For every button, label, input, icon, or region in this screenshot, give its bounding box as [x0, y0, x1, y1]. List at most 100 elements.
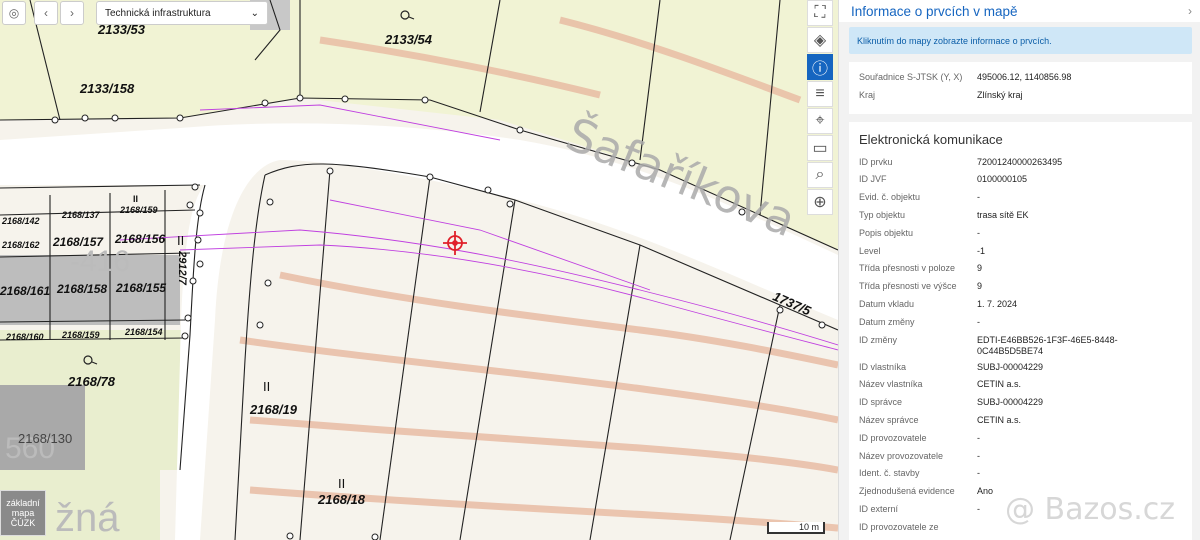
parcel-label: 2133/158 — [80, 81, 135, 96]
layer-select-value: Technická infrastruktura — [105, 7, 211, 19]
attribute-value: EDTI-E46BB526-1F3F-46E5-8448-0C44B5D5BE7… — [977, 334, 1118, 356]
attribute-label: Evid. č. objektu — [859, 192, 921, 203]
attribute-label: Datum změny — [859, 316, 915, 327]
parcel-label: 2168/158 — [57, 282, 108, 296]
row-label: Kraj — [859, 89, 876, 100]
attribute-label: Level — [859, 245, 881, 256]
basemap-switcher[interactable]: základní mapa ČÚZK — [0, 490, 46, 536]
attribute-label: Název správce — [859, 414, 919, 425]
pin-icon[interactable]: ⌖ — [807, 108, 833, 134]
roman-mark: II — [338, 476, 346, 491]
attribute-label: ID změny — [859, 334, 898, 345]
attribute-label: ID vlastníka — [859, 361, 907, 372]
parcel-label: 2168/162 — [2, 240, 40, 250]
attribute-value: 1. 7. 2024 — [977, 298, 1018, 309]
attribute-label: ID JVF — [859, 174, 887, 185]
attribute-row: Název vlastníka CETIN a.s. — [859, 379, 1182, 397]
basemap-label: základní mapa ČÚZK — [6, 498, 40, 528]
map-canvas[interactable]: Šafaříkova -416 560 žná 2133/53 2133/54 … — [0, 0, 838, 540]
row-label: Souřadnice S-JTSK (Y, X) — [859, 72, 963, 82]
locate-icon[interactable]: ◎ — [2, 1, 26, 25]
attribute-value: -1 — [977, 245, 986, 256]
panel-header: Informace o prvcích v mapě › — [839, 0, 1200, 22]
roman-mark: II — [133, 194, 139, 204]
section-title: Elektronická komunikace — [859, 131, 1003, 147]
attribute-value: trasa sítě EK — [977, 209, 1029, 220]
parcel-label: 2168/157 — [53, 235, 104, 249]
attribute-value: - — [977, 468, 980, 479]
parcel-label: 2168/160 — [6, 332, 44, 342]
watermark: @ Bazos.cz — [1005, 492, 1176, 527]
attribute-label: Třída přesnosti ve výšce — [859, 281, 957, 292]
ruler-icon[interactable]: ▭ — [807, 135, 833, 161]
attribute-value: CETIN a.s. — [977, 379, 1022, 390]
info-banner: Kliknutím do mapy zobrazte informace o p… — [849, 27, 1192, 54]
parcel-label: 2168/155 — [116, 281, 167, 295]
attribute-label: Typ objektu — [859, 209, 906, 220]
map-toolbar: ◎ ‹ › Technická infrastruktura ⌄ — [0, 0, 268, 26]
parcel-label: 2168/154 — [125, 327, 163, 337]
attribute-label: Název provozovatele — [859, 450, 944, 461]
attribute-row: Ident. č. stavby - — [859, 468, 1182, 486]
attribute-label: ID prvku — [859, 156, 893, 167]
parcel-label: 2168/137 — [62, 210, 100, 220]
region-row: Kraj Zlínský kraj — [859, 90, 1182, 108]
coords-row: Souřadnice S-JTSK (Y, X) 495006.12, 1140… — [859, 72, 1182, 90]
search-icon[interactable]: ⌕ — [807, 162, 833, 188]
app-root: Šafaříkova -416 560 žná 2133/53 2133/54 … — [0, 0, 1200, 540]
attribute-value: 9 — [977, 281, 983, 292]
ghost-label: žná — [55, 496, 120, 540]
scale-label: 10 m — [798, 522, 819, 532]
info-panel: Informace o prvcích v mapě › Kliknutím d… — [838, 0, 1200, 540]
row-value: Zlínský kraj — [977, 89, 1023, 100]
attribute-value: 0100000105 — [977, 174, 1028, 185]
attribute-row: Level -1 — [859, 246, 1182, 264]
forward-button[interactable]: › — [60, 1, 84, 25]
back-button[interactable]: ‹ — [34, 1, 58, 25]
location-card: Souřadnice S-JTSK (Y, X) 495006.12, 1140… — [849, 62, 1192, 114]
feature-card: Elektronická komunikace ID prvku 72001240… — [849, 121, 1192, 540]
attribute-value: - — [977, 432, 980, 443]
attribute-row: Třída přesnosti ve výšce 9 — [859, 281, 1182, 299]
layer-select[interactable]: Technická infrastruktura ⌄ — [96, 1, 268, 25]
info-icon[interactable]: ⓘ — [807, 54, 833, 80]
fullscreen-icon[interactable]: ⛶ — [807, 0, 833, 26]
crosshair-icon[interactable]: ⊕ — [807, 189, 833, 215]
attribute-row: ID provozovatele - — [859, 433, 1182, 451]
info-banner-text: Kliknutím do mapy zobrazte informace o p… — [857, 35, 1052, 46]
attribute-label: Název vlastníka — [859, 379, 923, 390]
attribute-value: - — [977, 227, 980, 238]
parcel-label: 2168/159 — [62, 330, 100, 340]
parcel-label: 2168/142 — [2, 216, 40, 226]
list-icon[interactable]: ≡ — [807, 81, 833, 107]
roman-mark: II — [177, 233, 185, 248]
parcel-label: 2168/19 — [250, 402, 297, 417]
attribute-value: SUBJ-00004229 — [977, 397, 1044, 408]
attribute-value: - — [977, 192, 980, 203]
attribute-list: ID prvku 72001240000263495 ID JVF 010000010… — [859, 157, 1182, 540]
attribute-value: 9 — [977, 263, 983, 274]
parcel-label: 2168/78 — [68, 374, 115, 389]
attribute-value: - — [977, 450, 980, 461]
attribute-value: SUBJ-00004229 — [977, 361, 1044, 372]
attribute-row: Název správce CETIN a.s. — [859, 415, 1182, 433]
attribute-row: Typ objektu trasa sítě EK — [859, 210, 1182, 228]
panel-title: Informace o prvcích v mapě — [851, 3, 1018, 19]
parcel-label: 2168/130 — [18, 431, 73, 446]
map-side-tools: ⛶ ◈ ⓘ ≡ ⌖ ▭ ⌕ ⊕ — [807, 0, 833, 216]
attribute-row: ID JVF 0100000105 — [859, 174, 1182, 192]
attribute-row: Popis objektu - — [859, 228, 1182, 246]
attribute-row: ID změny EDTI-E46BB526-1F3F-46E5-8448-0C4… — [859, 335, 1182, 362]
attribute-value: - — [977, 316, 980, 327]
scale-bar: 10 m — [767, 522, 825, 534]
attribute-row: Třída přesnosti v poloze 9 — [859, 263, 1182, 281]
chevron-down-icon: ⌄ — [250, 7, 259, 19]
layers-icon[interactable]: ◈ — [807, 27, 833, 53]
close-icon[interactable]: › — [1188, 4, 1192, 18]
attribute-label: Zjednodušená evidence — [859, 486, 955, 497]
attribute-row: Datum vkladu 1. 7. 2024 — [859, 299, 1182, 317]
attribute-value: CETIN a.s. — [977, 414, 1022, 425]
attribute-row: ID prvku 72001240000263495 — [859, 157, 1182, 175]
attribute-row: ID správce SUBJ-00004229 — [859, 397, 1182, 415]
attribute-label: ID správce — [859, 397, 903, 408]
